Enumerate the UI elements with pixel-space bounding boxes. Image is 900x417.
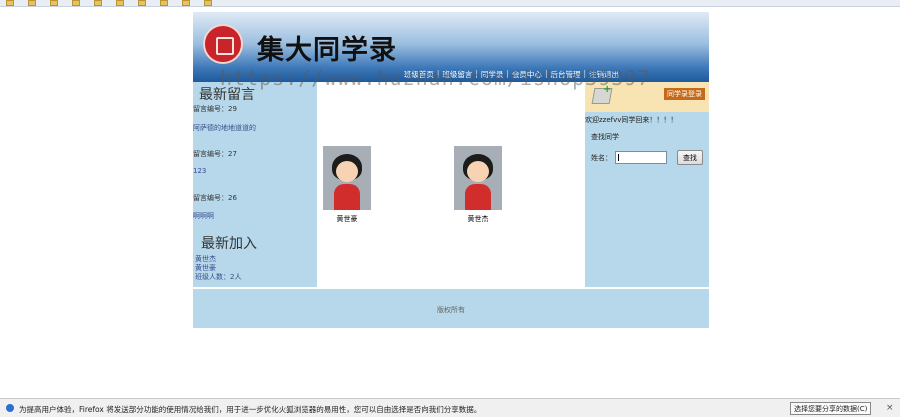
folder-icon: [138, 0, 146, 6]
list-item[interactable]: 黄世豪: [195, 264, 241, 273]
bookmark-item[interactable]: [138, 0, 146, 6]
share-data-button[interactable]: 选择您要分享的数据(C): [790, 402, 872, 415]
folder-icon: [94, 0, 102, 6]
student-avatar[interactable]: [454, 146, 502, 210]
search-button[interactable]: 查找: [677, 150, 703, 165]
info-icon: [6, 404, 14, 412]
folder-icon: [28, 0, 36, 6]
firefox-notification-bar: 为提高用户体验，Firefox 将发送部分功能的使用情况给我们，用于进一步优化火…: [0, 398, 900, 417]
folder-icon: [50, 0, 58, 6]
list-item[interactable]: 黄世杰: [195, 255, 241, 264]
search-row: 姓名： 查找: [591, 150, 703, 165]
site-title: 集大同学录: [257, 35, 397, 66]
bookmark-item[interactable]: [204, 0, 212, 6]
bookmark-item[interactable]: [28, 0, 36, 6]
message-label: 留言编号：27: [193, 150, 237, 158]
student-card[interactable]: 黄世豪: [321, 146, 373, 224]
bookmark-item[interactable]: [50, 0, 58, 6]
student-card[interactable]: 黄世杰: [452, 146, 504, 224]
notification-text: 为提高用户体验，Firefox 将发送部分功能的使用情况给我们，用于进一步优化火…: [19, 405, 482, 414]
name-label: 姓名：: [591, 153, 612, 162]
folder-icon: [72, 0, 80, 6]
bookmark-item[interactable]: [182, 0, 190, 6]
message-link[interactable]: 123: [193, 167, 206, 175]
find-classmate-title: 查找同学: [591, 133, 619, 141]
folder-icon: [204, 0, 212, 6]
student-name[interactable]: 黄世杰: [452, 214, 504, 224]
right-sidebar: + 同学录登录 欢迎zzefvv同学回来！！！！ 查找同学 姓名： 查找: [585, 82, 709, 287]
copyright-text: 版权所有: [437, 306, 465, 314]
folder-icon: [6, 0, 14, 6]
student-name[interactable]: 黄世豪: [321, 214, 373, 224]
bookmark-item[interactable]: [6, 0, 14, 6]
watermark: https://www.huzhan.com/ishop39397: [220, 66, 651, 90]
university-seal-logo: [203, 24, 243, 64]
latest-join-list: 黄世杰 黄世豪 班级人数：2人: [195, 255, 241, 282]
message-label: 留言编号：29: [193, 105, 237, 113]
login-label: 同学录登录: [664, 88, 705, 100]
welcome-text: 欢迎zzefvv同学回来！！！！: [585, 116, 678, 124]
left-sidebar: 最新留言 留言编号：29 阿萨德的地地道道的 留言编号：27 123 留言编号：…: [193, 82, 317, 287]
class-count: 班级人数：2人: [195, 273, 242, 281]
message-link[interactable]: 阿萨德的地地道道的: [193, 123, 256, 133]
name-search-input[interactable]: [615, 151, 667, 164]
folder-icon: [182, 0, 190, 6]
folder-icon: [160, 0, 168, 6]
bookmark-item[interactable]: [72, 0, 80, 6]
message-link[interactable]: 啊啊啊: [193, 211, 214, 221]
close-icon[interactable]: ×: [886, 403, 894, 413]
folder-icon: [116, 0, 124, 6]
message-label: 留言编号：26: [193, 194, 237, 202]
bookmark-item[interactable]: [116, 0, 124, 6]
bookmark-item[interactable]: [160, 0, 168, 6]
latest-join-title: 最新加入: [201, 236, 257, 252]
bookmark-item[interactable]: [94, 0, 102, 6]
classmates-panel: 黄世豪 黄世杰: [317, 82, 585, 287]
text-cursor: [618, 154, 619, 161]
site-footer: 版权所有: [193, 287, 709, 328]
bookmarks-toolbar: [0, 0, 900, 7]
student-avatar[interactable]: [323, 146, 371, 210]
